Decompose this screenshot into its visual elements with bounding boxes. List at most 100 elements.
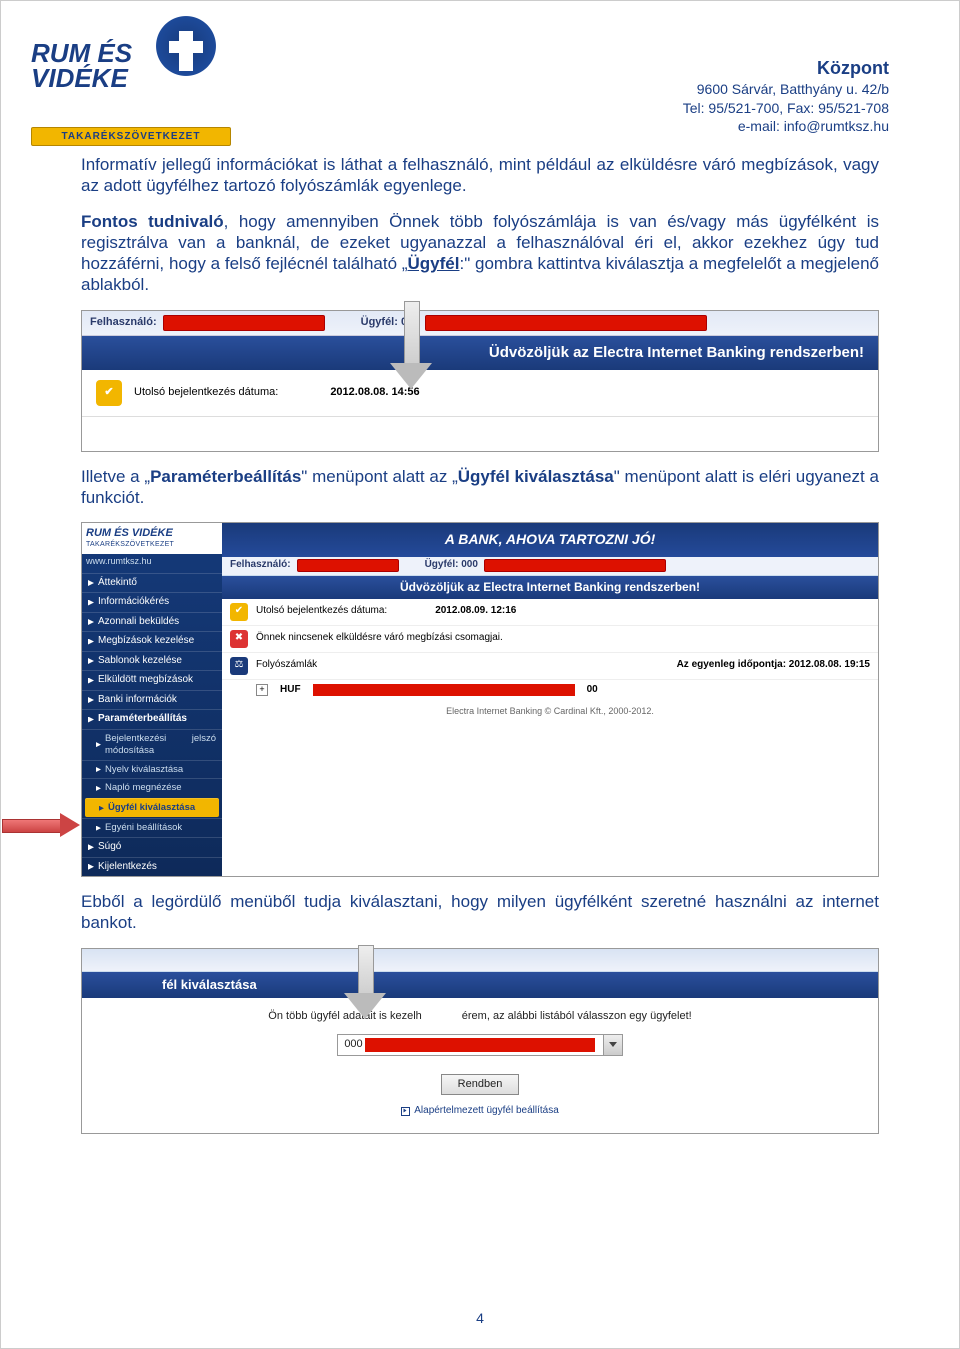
user-redacted — [297, 559, 399, 572]
copyright-footer: Electra Internet Banking © Cardinal Kft.… — [222, 700, 878, 723]
menu-label: Azonnali beküldés — [98, 616, 179, 629]
menu-label: Banki információk — [98, 694, 177, 707]
screenshot-3: fél kiválasztása Ön több ügyfél adatait … — [81, 948, 879, 1134]
ok-button[interactable]: Rendben — [441, 1074, 520, 1096]
chevron-right-icon — [88, 600, 94, 606]
select-prefix: 000 — [344, 1038, 362, 1052]
chevron-right-icon — [96, 742, 101, 747]
sidebar-item-parameter[interactable]: Paraméterbeállítás — [82, 709, 222, 729]
chevron-right-icon — [88, 580, 94, 586]
paragraph-1: Informatív jellegű információkat is láth… — [81, 154, 879, 197]
chevron-right-icon — [88, 717, 94, 723]
sidebar-item-kijelentkezes[interactable]: Kijelentkezés — [82, 857, 222, 877]
balance-row: + HUF 00 — [222, 680, 878, 701]
select-redacted — [365, 1038, 595, 1052]
para2-lead: Fontos tudnivaló — [81, 212, 224, 231]
accounts-row: ⚖ Folyószámlák Az egyenleg időpontja: 20… — [222, 653, 878, 680]
sidebar-sub-egyeni[interactable]: Egyéni beállítások — [82, 818, 222, 837]
last-login-row: ✔ Utolsó bejelentkezés dátuma: 2012.08.0… — [222, 599, 878, 626]
pointer-arrow-icon — [344, 945, 384, 1035]
menu-label: Sablonok kezelése — [98, 655, 182, 668]
client-redacted — [425, 315, 707, 331]
no-pending-row: ✖ Önnek nincsenek elküldésre váró megbíz… — [222, 626, 878, 653]
chevron-right-icon — [99, 806, 104, 811]
contact-block: Központ 9600 Sárvár, Batthyány u. 42/b T… — [683, 11, 889, 146]
logo-line2: VIDÉKE — [31, 63, 128, 93]
balance-redacted — [313, 684, 575, 696]
clock-icon: ✔ — [230, 603, 248, 621]
menu-label: Megbízások kezelése — [98, 635, 194, 648]
sidebar-item-megbizasok[interactable]: Megbízások kezelése — [82, 631, 222, 651]
dialog-instruction: Ön több ügyfél adatait is kezelhérem, az… — [142, 1010, 818, 1024]
chevron-right-icon — [88, 844, 94, 850]
last-login-row: ✔ Utolsó bejelentkezés dátuma: 2012.08.0… — [82, 370, 878, 417]
user-bar: Felhasználó: Ügyfél: 000 — [222, 557, 878, 576]
sidebar: RUM ÉS VIDÉKE TAKARÉKSZÖVETKEZET www.rum… — [82, 523, 222, 876]
sidebar-item-sugo[interactable]: Súgó — [82, 837, 222, 857]
chevron-right-icon — [88, 697, 94, 703]
page-number: 4 — [1, 1310, 959, 1326]
clock-icon: ✔ — [96, 380, 122, 406]
chevron-right-icon — [88, 619, 94, 625]
sidebar-logo-sub: TAKARÉKSZÖVETKEZET — [86, 541, 218, 550]
client-redacted — [484, 559, 666, 572]
menu-label: Információkérés — [98, 596, 169, 609]
letterhead: RUM ÉS VIDÉKE TAKARÉKSZÖVETKEZET Központ… — [1, 1, 959, 146]
menu-label: Bejelentkezési jelszó módosítása — [105, 733, 216, 757]
menu-label: Áttekintő — [98, 577, 137, 590]
menu-label: Ügyfél kiválasztása — [108, 802, 195, 814]
contact-title: Központ — [683, 57, 889, 80]
currency-label: HUF — [280, 684, 301, 697]
balance-timestamp: Az egyenleg időpontja: 2012.08.08. 19:15 — [677, 659, 870, 672]
logo-graphic: RUM ÉS VIDÉKE — [31, 11, 231, 121]
welcome-banner: Üdvözöljük az Electra Internet Banking r… — [222, 576, 878, 599]
welcome-banner: Üdvözöljük az Electra Internet Banking r… — [82, 336, 878, 371]
sidebar-logo-text: RUM ÉS VIDÉKE — [86, 527, 173, 539]
menu-label: Elküldött megbízások — [98, 674, 193, 687]
pointer-arrow-icon — [390, 301, 430, 391]
p3c: " menüpont alatt az „ — [301, 467, 457, 486]
sidebar-item-azonnali[interactable]: Azonnali beküldés — [82, 612, 222, 632]
select-value: 000 — [338, 1038, 602, 1052]
logo-block: RUM ÉS VIDÉKE TAKARÉKSZÖVETKEZET — [31, 11, 231, 146]
sidebar-sub-jelszo[interactable]: Bejelentkezési jelszó módosítása — [82, 729, 222, 760]
sidebar-item-elkuldott[interactable]: Elküldött megbízások — [82, 670, 222, 690]
top-fade — [82, 949, 878, 972]
logo-banner: TAKARÉKSZÖVETKEZET — [31, 127, 231, 146]
paragraph-2: Fontos tudnivaló, hogy amennyiben Önnek … — [81, 211, 879, 296]
instr-b: érem, az alábbi listából válasszon egy ü… — [462, 1010, 692, 1022]
user-label: Felhasználó: — [230, 559, 291, 572]
sidebar-item-informaciokeres[interactable]: Információkérés — [82, 592, 222, 612]
contact-email: e-mail: info@rumtksz.hu — [683, 117, 889, 135]
chevron-right-icon — [96, 786, 101, 791]
client-select[interactable]: 000 — [337, 1034, 622, 1056]
p3d: Ügyfél kiválasztása — [458, 467, 614, 486]
logo-cross-icon — [151, 11, 221, 81]
red-arrow-icon — [2, 813, 80, 837]
document-page: RUM ÉS VIDÉKE TAKARÉKSZÖVETKEZET Központ… — [0, 0, 960, 1349]
sidebar-item-attekinto[interactable]: Áttekintő — [82, 573, 222, 593]
expand-icon[interactable]: + — [256, 684, 268, 696]
menu-label: Paraméterbeállítás — [98, 713, 187, 726]
no-pending-text: Önnek nincsenek elküldésre váró megbízás… — [256, 632, 503, 645]
main-pane: A BANK, AHOVA TARTOZNI JÓ! Felhasználó: … — [222, 523, 878, 876]
last-login-label: Utolsó bejelentkezés dátuma: — [256, 605, 387, 618]
set-default-link[interactable]: Alapértelmezett ügyfél beállítása — [401, 1105, 559, 1118]
last-login-label: Utolsó bejelentkezés dátuma: — [134, 386, 278, 400]
slogan-bar: A BANK, AHOVA TARTOZNI JÓ! — [222, 523, 878, 557]
sidebar-sub-nyelv[interactable]: Nyelv kiválasztása — [82, 760, 222, 779]
chevron-down-icon[interactable] — [603, 1035, 622, 1055]
link-bullet-icon — [401, 1107, 410, 1116]
sidebar-item-sablonok[interactable]: Sablonok kezelése — [82, 651, 222, 671]
chevron-right-icon — [88, 864, 94, 870]
menu-label: Kijelentkezés — [98, 861, 157, 874]
screenshot-2: RUM ÉS VIDÉKE TAKARÉKSZÖVETKEZET www.rum… — [81, 522, 879, 877]
client-label[interactable]: Ügyfél: 000 — [425, 559, 478, 572]
p3b: Paraméterbeállítás — [150, 467, 301, 486]
para2-ugyfel: Ügyfél — [408, 254, 460, 273]
sidebar-sub-naplo[interactable]: Napló megnézése — [82, 778, 222, 797]
contact-address: 9600 Sárvár, Batthyány u. 42/b — [683, 80, 889, 98]
user-redacted — [163, 315, 325, 331]
sidebar-item-banki[interactable]: Banki információk — [82, 690, 222, 710]
sidebar-sub-ugyfel-kivalasztasa[interactable]: Ügyfél kiválasztása — [85, 798, 219, 817]
